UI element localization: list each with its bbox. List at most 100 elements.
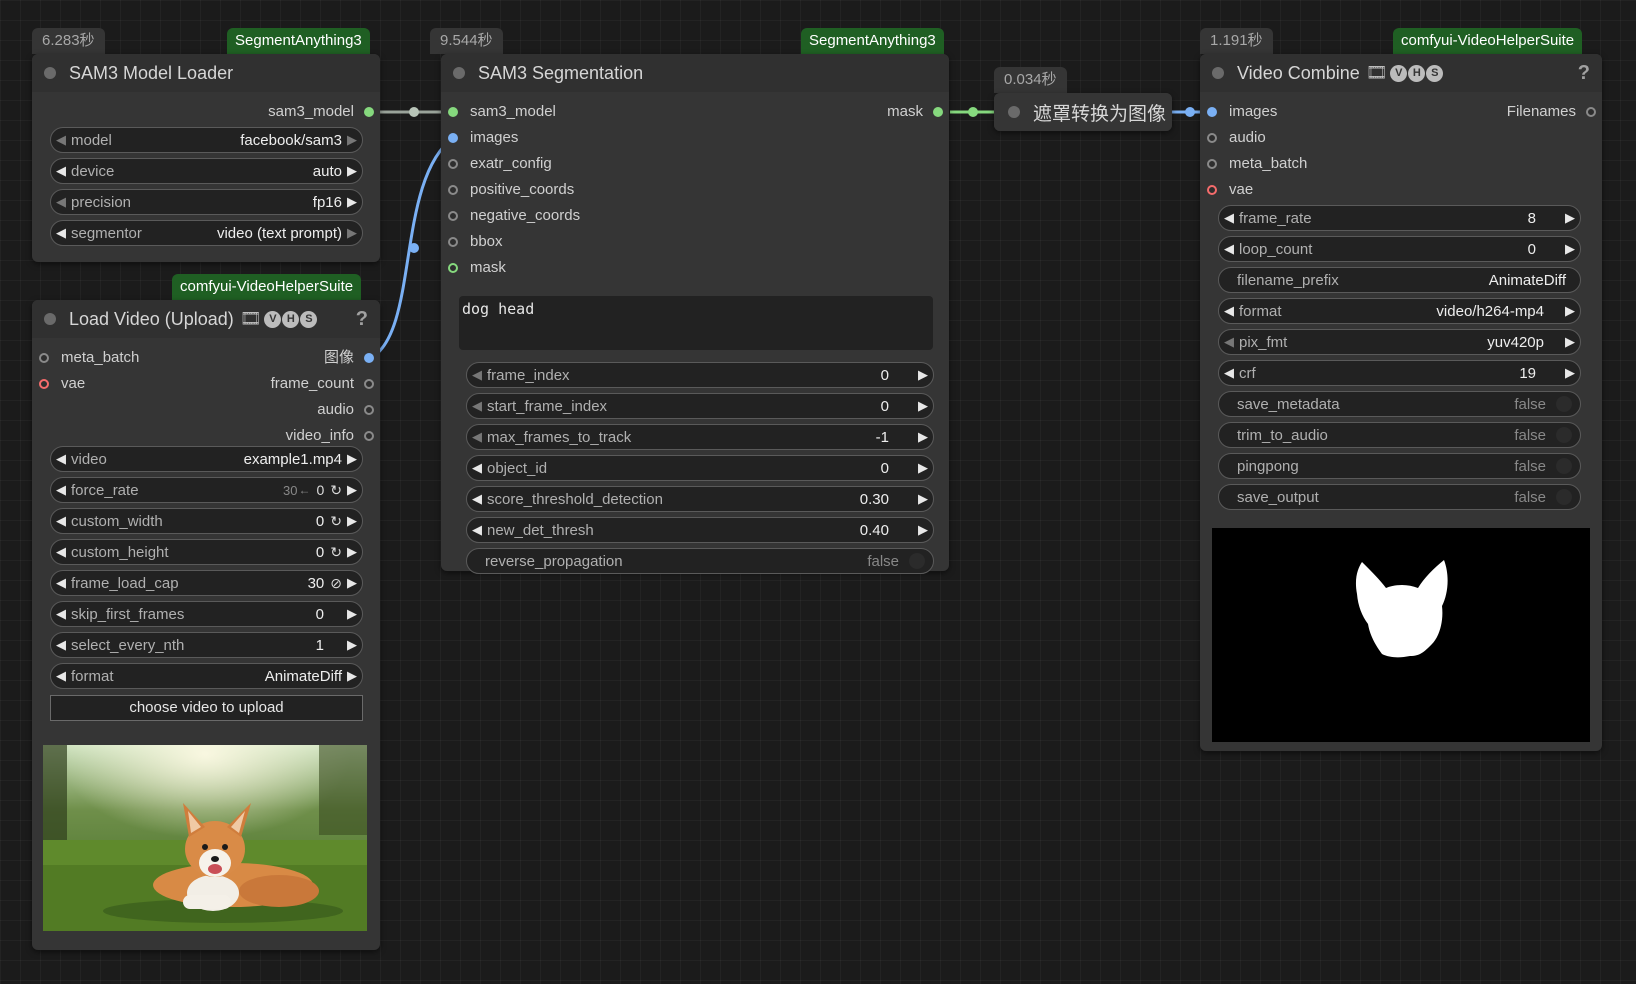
arrow-right-icon[interactable]: ▶ [913, 367, 933, 383]
widget-filename-prefix[interactable]: filename_prefix AnimateDiff [1218, 267, 1581, 293]
arrow-right-icon[interactable]: ▶ [342, 194, 362, 210]
slot-dot-icon[interactable] [1207, 159, 1217, 169]
widget-video[interactable]: ◀ video example1.mp4 ▶ [50, 446, 363, 472]
node-header[interactable]: 遮罩转换为图像 [994, 93, 1172, 131]
output-slot-frame-count[interactable]: frame_count [271, 375, 374, 393]
slot-dot-icon[interactable] [1207, 185, 1217, 195]
widget-max-frames-to-track[interactable]: ◀ max_frames_to_track -1 ▶ [466, 424, 934, 450]
arrow-left-icon[interactable]: ◀ [1219, 210, 1239, 226]
arrow-right-icon[interactable]: ▶ [342, 163, 362, 179]
widget-device[interactable]: ◀ device auto ▶ [50, 158, 363, 184]
widget-new-det-thresh[interactable]: ◀ new_det_thresh 0.40 ▶ [466, 517, 934, 543]
toggle-save-metadata[interactable]: save_metadata false [1218, 391, 1581, 417]
arrow-right-icon[interactable]: ▶ [342, 544, 362, 560]
arrow-left-icon[interactable]: ◀ [51, 194, 71, 210]
arrow-right-icon[interactable]: ▶ [1560, 334, 1580, 350]
arrow-right-icon[interactable]: ▶ [342, 606, 362, 622]
arrow-right-icon[interactable]: ▶ [342, 575, 362, 591]
input-slot-images[interactable]: images [1207, 103, 1277, 121]
input-slot-negative-coords[interactable]: negative_coords [448, 207, 580, 225]
arrow-right-icon[interactable]: ▶ [1560, 365, 1580, 381]
arrow-left-icon[interactable]: ◀ [1219, 303, 1239, 319]
arrow-right-icon[interactable]: ▶ [913, 398, 933, 414]
collapse-dot-icon[interactable] [1212, 67, 1224, 79]
input-slot-audio[interactable]: audio [1207, 129, 1266, 147]
arrow-right-icon[interactable]: ▶ [913, 460, 933, 476]
slot-dot-icon[interactable] [364, 405, 374, 415]
arrow-left-icon[interactable]: ◀ [467, 491, 487, 507]
output-mask-preview[interactable] [1212, 528, 1590, 742]
slot-dot-icon[interactable] [448, 107, 458, 117]
arrow-left-icon[interactable]: ◀ [51, 482, 71, 498]
arrow-right-icon[interactable]: ▶ [913, 491, 933, 507]
output-slot-mask[interactable]: mask [887, 103, 943, 121]
arrow-right-icon[interactable]: ▶ [342, 637, 362, 653]
widget-crf[interactable]: ◀ crf 19 ▶ [1218, 360, 1581, 386]
toggle-pingpong[interactable]: pingpong false [1218, 453, 1581, 479]
toggle-save-output[interactable]: save_output false [1218, 484, 1581, 510]
arrow-left-icon[interactable]: ◀ [467, 429, 487, 445]
load-video-upload-node[interactable]: Load Video (Upload) 🎞 V H S ? meta_batch va… [32, 300, 380, 950]
widget-loop-count[interactable]: ◀ loop_count 0 ▶ [1218, 236, 1581, 262]
slot-dot-icon[interactable] [39, 353, 49, 363]
slot-dot-icon[interactable] [1586, 107, 1596, 117]
arrow-left-icon[interactable]: ◀ [51, 163, 71, 179]
arrow-left-icon[interactable]: ◀ [467, 398, 487, 414]
slot-dot-icon[interactable] [448, 159, 458, 169]
toggle-knob-icon[interactable] [1556, 396, 1572, 412]
video-combine-node[interactable]: Video Combine 🎞 V H S ? images audio meta_b… [1200, 54, 1602, 751]
widget-pix-fmt[interactable]: ◀ pix_fmt yuv420p ▶ [1218, 329, 1581, 355]
widget-precision[interactable]: ◀ precision fp16 ▶ [50, 189, 363, 215]
node-header[interactable]: SAM3 Model Loader [32, 54, 380, 92]
arrow-right-icon[interactable]: ▶ [342, 668, 362, 684]
toggle-knob-icon[interactable] [1556, 458, 1572, 474]
disable-icon[interactable]: ⊘ [330, 575, 342, 592]
arrow-left-icon[interactable]: ◀ [51, 513, 71, 529]
widget-custom-height[interactable]: ◀ custom_height 0 ↻ ▶ [50, 539, 363, 565]
node-header[interactable]: Video Combine 🎞 V H S ? [1200, 54, 1602, 92]
collapse-dot-icon[interactable] [44, 313, 56, 325]
slot-dot-icon[interactable] [364, 431, 374, 441]
widget-model[interactable]: ◀ model facebook/sam3 ▶ [50, 127, 363, 153]
arrow-right-icon[interactable]: ▶ [913, 429, 933, 445]
video-preview-corgi[interactable] [43, 745, 367, 931]
arrow-right-icon[interactable]: ▶ [913, 522, 933, 538]
widget-skip-first-frames[interactable]: ◀ skip_first_frames 0 ▶ [50, 601, 363, 627]
widget-object-id[interactable]: ◀ object_id 0 ▶ [466, 455, 934, 481]
arrow-right-icon[interactable]: ▶ [1560, 303, 1580, 319]
toggle-trim-to-audio[interactable]: trim_to_audio false [1218, 422, 1581, 448]
arrow-right-icon[interactable]: ▶ [1560, 210, 1580, 226]
input-slot-positive-coords[interactable]: positive_coords [448, 181, 574, 199]
slot-dot-icon[interactable] [1207, 133, 1217, 143]
input-slot-bbox[interactable]: bbox [448, 233, 503, 251]
input-slot-meta-batch[interactable]: meta_batch [39, 349, 139, 367]
arrow-left-icon[interactable]: ◀ [51, 225, 71, 241]
slot-dot-icon[interactable] [448, 211, 458, 221]
arrow-right-icon[interactable]: ▶ [342, 513, 362, 529]
slot-dot-icon[interactable] [364, 107, 374, 117]
input-slot-mask[interactable]: mask [448, 259, 506, 277]
toggle-knob-icon[interactable] [909, 553, 925, 569]
slot-dot-icon[interactable] [364, 379, 374, 389]
output-slot-video-info[interactable]: video_info [286, 427, 374, 445]
arrow-left-icon[interactable]: ◀ [467, 460, 487, 476]
output-slot-audio[interactable]: audio [317, 401, 374, 419]
output-slot-filenames[interactable]: Filenames [1507, 103, 1596, 121]
arrow-left-icon[interactable]: ◀ [51, 668, 71, 684]
widget-start-frame-index[interactable]: ◀ start_frame_index 0 ▶ [466, 393, 934, 419]
widget-score-threshold-detection[interactable]: ◀ score_threshold_detection 0.30 ▶ [466, 486, 934, 512]
reset-icon[interactable]: ↻ [330, 513, 342, 530]
arrow-right-icon[interactable]: ▶ [1560, 241, 1580, 257]
node-header[interactable]: SAM3 Segmentation [441, 54, 949, 92]
toggle-knob-icon[interactable] [1556, 489, 1572, 505]
arrow-right-icon[interactable]: ▶ [342, 225, 362, 241]
input-slot-vae[interactable]: vae [1207, 181, 1253, 199]
arrow-left-icon[interactable]: ◀ [467, 367, 487, 383]
arrow-left-icon[interactable]: ◀ [51, 544, 71, 560]
slot-dot-icon[interactable] [1207, 107, 1217, 117]
help-icon[interactable]: ? [356, 308, 368, 331]
arrow-right-icon[interactable]: ▶ [342, 482, 362, 498]
input-slot-vae[interactable]: vae [39, 375, 85, 393]
widget-force-rate[interactable]: ◀ force_rate 30 ← 0 ↻ ▶ [50, 477, 363, 503]
arrow-left-icon[interactable]: ◀ [51, 451, 71, 467]
